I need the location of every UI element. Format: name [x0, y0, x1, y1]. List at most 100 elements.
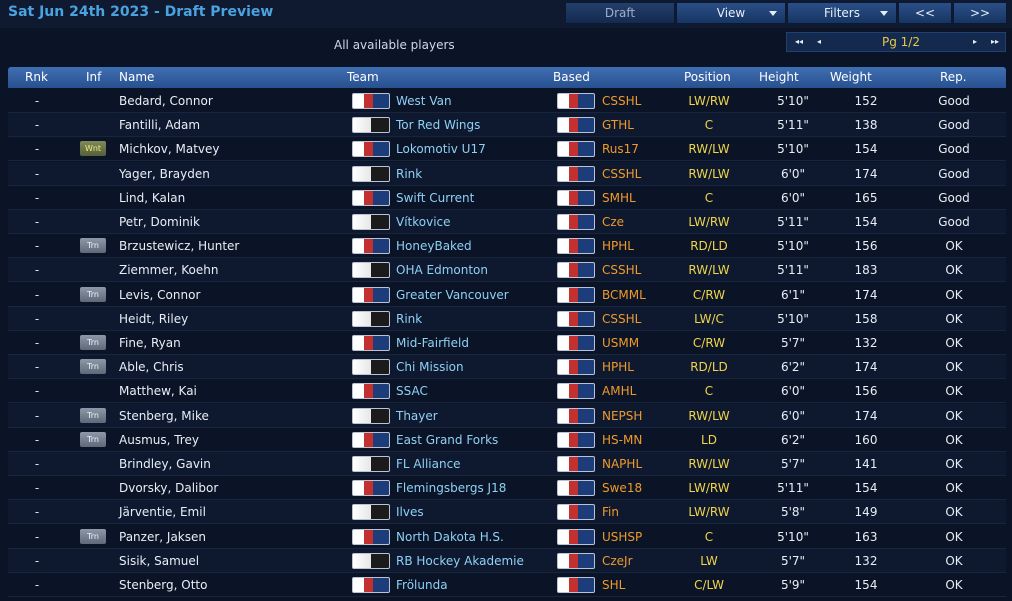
team-name[interactable]: Chi Mission: [396, 355, 464, 379]
league-name[interactable]: Swe18: [602, 476, 642, 500]
team-name[interactable]: Flemingsbergs J18: [396, 476, 506, 500]
league-name[interactable]: BCMML: [602, 283, 646, 307]
table-row[interactable]: - Fantilli, Adam Tor Red Wings GTHL C 5'11" 13…: [8, 113, 1006, 138]
info-badge[interactable]: Trn: [80, 238, 106, 254]
league-name[interactable]: USHSP: [602, 525, 642, 549]
player-name[interactable]: Ziemmer, Koehn: [119, 258, 218, 282]
table-row[interactable]: - Lind, Kalan Swift Current SMHL C 6'0" 165 Goo…: [8, 185, 1006, 210]
league-name[interactable]: HPHL: [602, 355, 634, 379]
league-name[interactable]: Fin: [602, 500, 619, 524]
table-row[interactable]: - Matthew, Kai SSAC AMHL C 6'0" 156 OK: [8, 379, 1006, 404]
team-name[interactable]: Vítkovice: [396, 210, 451, 234]
player-name[interactable]: Brzustewicz, Hunter: [119, 234, 239, 258]
league-name[interactable]: Rus17: [602, 137, 639, 161]
table-row[interactable]: - Trn Panzer, Jaksen North Dakota H.S. USHSP…: [8, 524, 1006, 549]
next-page-button[interactable]: ▸: [965, 34, 985, 50]
team-name[interactable]: Rink: [396, 162, 422, 186]
filters-dropdown[interactable]: Filters: [787, 2, 897, 24]
team-name[interactable]: RB Hockey Akademie: [396, 549, 524, 573]
info-badge[interactable]: Trn: [80, 431, 106, 447]
team-name[interactable]: Lokomotiv U17: [396, 137, 486, 161]
league-name[interactable]: CzeJr: [602, 549, 633, 573]
col-position[interactable]: Position: [684, 67, 731, 88]
table-row[interactable]: - Trn Fine, Ryan Mid-Fairfield USMM C/RW 5'7" 1…: [8, 331, 1006, 355]
player-name[interactable]: Yager, Brayden: [119, 162, 210, 186]
table-row[interactable]: - Wnt Michkov, Matvey Lokomotiv U17 Rus17 RW/…: [8, 137, 1006, 162]
col-rep[interactable]: Rep.: [940, 67, 967, 88]
first-page-button[interactable]: ◂◂: [789, 34, 809, 50]
col-height[interactable]: Height: [759, 67, 799, 88]
info-badge[interactable]: Trn: [80, 528, 106, 544]
player-name[interactable]: Matthew, Kai: [119, 379, 197, 403]
table-row[interactable]: - Bedard, Connor West Van CSSHL LW/RW 5'10" 15…: [8, 89, 1006, 113]
team-name[interactable]: Swift Current: [396, 186, 474, 210]
table-row[interactable]: - Trn Ausmus, Trey East Grand Forks HS-MN LD 6…: [8, 427, 1006, 452]
info-badge[interactable]: Trn: [80, 286, 106, 302]
col-rnk[interactable]: Rnk: [25, 67, 48, 88]
table-row[interactable]: - Yager, Brayden Rink CSSHL RW/LW 6'0" 174 Good: [8, 161, 1006, 186]
last-page-button[interactable]: ▸▸: [985, 34, 1005, 50]
league-name[interactable]: Cze: [602, 210, 624, 234]
league-name[interactable]: SMHL: [602, 186, 636, 210]
col-weight[interactable]: Weight: [830, 67, 872, 88]
league-name[interactable]: HS-MN: [602, 428, 642, 452]
player-name[interactable]: Sisik, Samuel: [119, 549, 199, 573]
league-name[interactable]: GTHL: [602, 113, 634, 137]
league-name[interactable]: CSSHL: [602, 162, 641, 186]
player-name[interactable]: Petr, Dominik: [119, 210, 200, 234]
team-name[interactable]: Tor Red Wings: [396, 113, 480, 137]
col-based[interactable]: Based: [553, 67, 590, 88]
league-name[interactable]: AMHL: [602, 379, 636, 403]
team-name[interactable]: FL Alliance: [396, 452, 461, 476]
table-row[interactable]: - Brindley, Gavin FL Alliance NAPHL RW/LW 5'7…: [8, 452, 1006, 476]
table-row[interactable]: - Stenberg, Otto Frölunda SHL C/LW 5'9" 154 OK: [8, 573, 1006, 597]
team-name[interactable]: HoneyBaked: [396, 234, 472, 258]
player-name[interactable]: Able, Chris: [119, 355, 184, 379]
info-badge[interactable]: Trn: [80, 407, 106, 423]
player-name[interactable]: Michkov, Matvey: [119, 137, 219, 161]
player-name[interactable]: Lind, Kalan: [119, 186, 185, 210]
table-row[interactable]: - Petr, Dominik Vítkovice Cze LW/RW 5'11" 154 G…: [8, 210, 1006, 234]
league-name[interactable]: USMM: [602, 331, 639, 355]
league-name[interactable]: CSSHL: [602, 258, 641, 282]
player-name[interactable]: Brindley, Gavin: [119, 452, 211, 476]
league-name[interactable]: CSSHL: [602, 89, 641, 113]
team-name[interactable]: East Grand Forks: [396, 428, 498, 452]
info-badge[interactable]: Trn: [80, 335, 106, 350]
table-row[interactable]: - Trn Brzustewicz, Hunter HoneyBaked HPHL RD/…: [8, 234, 1006, 259]
player-name[interactable]: Levis, Connor: [119, 283, 200, 307]
league-name[interactable]: HPHL: [602, 234, 634, 258]
league-name[interactable]: CSSHL: [602, 307, 641, 331]
player-name[interactable]: Järventie, Emil: [119, 500, 206, 524]
team-name[interactable]: SSAC: [396, 379, 428, 403]
draft-button[interactable]: Draft: [565, 2, 675, 24]
col-inf[interactable]: Inf: [86, 67, 101, 88]
table-row[interactable]: - Heidt, Riley Rink CSSHL LW/C 5'10" 158 OK: [8, 306, 1006, 331]
next-screen-button[interactable]: >>: [953, 2, 1007, 24]
table-row[interactable]: - Ziemmer, Koehn OHA Edmonton CSSHL RW/LW 5'1…: [8, 258, 1006, 283]
team-name[interactable]: Frölunda: [396, 573, 448, 597]
table-row[interactable]: - Trn Stenberg, Mike Thayer NEPSH RW/LW 6'0" 17…: [8, 403, 1006, 428]
info-badge[interactable]: Wnt: [80, 141, 106, 157]
player-name[interactable]: Bedard, Connor: [119, 89, 213, 113]
league-name[interactable]: SHL: [602, 573, 625, 597]
league-name[interactable]: NAPHL: [602, 452, 642, 476]
player-name[interactable]: Stenberg, Otto: [119, 573, 207, 597]
team-name[interactable]: North Dakota H.S.: [396, 525, 504, 549]
player-name[interactable]: Panzer, Jaksen: [119, 525, 206, 549]
player-name[interactable]: Heidt, Riley: [119, 307, 188, 331]
table-row[interactable]: - Dvorsky, Dalibor Flemingsbergs J18 Swe18 L…: [8, 476, 1006, 501]
player-name[interactable]: Fine, Ryan: [119, 331, 181, 355]
team-name[interactable]: Thayer: [396, 404, 438, 428]
prev-page-button[interactable]: ◂: [809, 34, 829, 50]
table-row[interactable]: - Trn Levis, Connor Greater Vancouver BCMML C…: [8, 282, 1006, 307]
table-row[interactable]: - Järventie, Emil Ilves Fin LW/RW 5'8" 149 OK: [8, 500, 1006, 525]
table-row[interactable]: - Sisik, Samuel RB Hockey Akademie CzeJr LW 5…: [8, 548, 1006, 573]
info-badge[interactable]: Trn: [80, 359, 106, 375]
league-name[interactable]: NEPSH: [602, 404, 642, 428]
col-team[interactable]: Team: [347, 67, 379, 88]
view-dropdown[interactable]: View: [676, 2, 786, 24]
team-name[interactable]: Ilves: [396, 500, 424, 524]
team-name[interactable]: OHA Edmonton: [396, 258, 488, 282]
team-name[interactable]: West Van: [396, 89, 452, 113]
